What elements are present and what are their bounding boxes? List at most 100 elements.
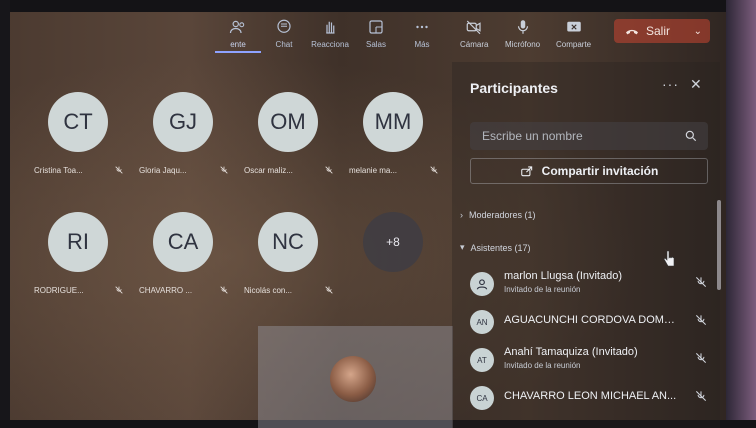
toolbar-rooms[interactable]: Salas xyxy=(353,18,399,53)
participant-tile[interactable]: NC Nicolás con... xyxy=(238,212,338,310)
mic-muted-icon[interactable] xyxy=(694,351,708,365)
list-item[interactable]: AN AGUACUNCHI CORDOVA DOME... xyxy=(470,302,708,340)
participant-name: AGUACUNCHI CORDOVA DOME... xyxy=(504,314,679,326)
more-count: +8 xyxy=(363,212,423,272)
search-icon xyxy=(685,130,697,142)
list-item[interactable]: marlon Llugsa (Invitado) Invitado de la … xyxy=(470,264,708,302)
participant-tile[interactable]: RI RODRIGUE... xyxy=(28,212,128,310)
share-screen-icon xyxy=(566,21,581,32)
chevron-right-icon: › xyxy=(460,210,463,220)
tile-name: melanie ma... xyxy=(349,166,398,175)
tile-name: Cristina Toa... xyxy=(34,166,83,175)
tile-name: CHAVARRO ... xyxy=(139,286,193,295)
avatar: OM xyxy=(258,92,318,152)
participant-name: Anahí Tamaquiza (Invitado) xyxy=(504,346,638,358)
avatar: CT xyxy=(48,92,108,152)
section-attendees[interactable]: ▾ Asistentes (17) xyxy=(460,242,531,253)
leave-label: Salir xyxy=(646,24,671,38)
participant-tile[interactable]: CT Cristina Toa... xyxy=(28,92,128,190)
chevron-down-icon: ▾ xyxy=(460,242,465,252)
participant-list: marlon Llugsa (Invitado) Invitado de la … xyxy=(470,264,708,416)
participant-tile[interactable]: MM melanie ma... xyxy=(343,92,443,190)
toolbar-chat-label: Chat xyxy=(275,40,293,49)
search-input[interactable] xyxy=(480,128,684,144)
meeting-toolbar: ente Chat Reacciona Salas Más xyxy=(215,18,445,53)
share-screen-button[interactable]: Comparte xyxy=(556,18,591,49)
participant-name: marlon Llugsa (Invitado) xyxy=(504,270,623,282)
mic-muted-icon xyxy=(430,166,438,174)
chevron-down-icon[interactable]: ⌄ xyxy=(694,26,702,37)
mic-muted-icon xyxy=(325,166,333,174)
more-icon xyxy=(416,25,428,29)
section-attendees-label: Asistentes (17) xyxy=(470,242,531,253)
mic-muted-icon xyxy=(325,286,333,294)
raise-hand-icon xyxy=(326,21,335,34)
tile-name: Gloria Jaqu... xyxy=(139,166,187,175)
panel-title: Participantes xyxy=(470,80,558,96)
mic-button[interactable]: Micrófono xyxy=(505,18,540,49)
user-icon xyxy=(476,279,488,290)
participants-panel: Participantes ··· ✕ Compartir invitación… xyxy=(452,62,720,428)
section-moderators[interactable]: › Moderadores (1) xyxy=(460,210,536,220)
screen-bezel-right xyxy=(726,0,756,428)
avatar: GJ xyxy=(153,92,213,152)
screen-bezel-top xyxy=(0,0,756,12)
tile-name: Nicolás con... xyxy=(244,286,293,295)
leave-button[interactable]: Salir ⌄ xyxy=(614,19,710,43)
people-icon xyxy=(229,20,245,34)
video-grid: CT Cristina Toa... GJ Gloria Jaqu... OM … xyxy=(28,92,448,312)
toolbar-participants-label: ente xyxy=(230,40,246,49)
tile-name: RODRIGUE... xyxy=(34,286,84,295)
mic-muted-icon xyxy=(220,166,228,174)
avatar: NC xyxy=(258,212,318,272)
camera-button[interactable]: Cámara xyxy=(460,18,488,49)
avatar: MM xyxy=(363,92,423,152)
mic-muted-icon[interactable] xyxy=(694,313,708,327)
rooms-icon xyxy=(369,20,383,34)
toolbar-react[interactable]: Reacciona xyxy=(307,18,353,53)
avatar: AT xyxy=(470,348,494,372)
toolbar-rooms-label: Salas xyxy=(365,40,386,49)
camera-off-icon xyxy=(466,20,481,35)
self-view[interactable] xyxy=(258,326,453,428)
toolbar-more[interactable]: Más xyxy=(399,18,445,53)
toolbar-participants[interactable]: ente xyxy=(215,18,261,53)
hang-up-icon xyxy=(626,29,638,35)
mic-muted-icon[interactable] xyxy=(694,389,708,403)
tile-name: Oscar maliz... xyxy=(244,166,293,175)
participant-subtitle: Invitado de la reunión xyxy=(504,361,581,370)
participant-tile[interactable]: CA CHAVARRO ... xyxy=(133,212,233,310)
toolbar-react-label: Reacciona xyxy=(311,40,349,49)
share-invite-button[interactable]: Compartir invitación xyxy=(470,158,708,184)
chat-icon xyxy=(277,19,291,33)
share-icon xyxy=(520,166,532,177)
participant-tile[interactable]: GJ Gloria Jaqu... xyxy=(133,92,233,190)
share-invite-label: Compartir invitación xyxy=(541,164,659,178)
self-avatar xyxy=(330,356,376,402)
screen-bezel-left xyxy=(0,0,10,428)
participant-tile[interactable]: OM Oscar maliz... xyxy=(238,92,338,190)
panel-scrollbar[interactable] xyxy=(717,200,721,290)
mic-muted-icon[interactable] xyxy=(694,275,708,289)
close-icon[interactable]: ✕ xyxy=(690,76,702,93)
section-moderators-label: Moderadores (1) xyxy=(469,210,536,220)
avatar: RI xyxy=(48,212,108,272)
search-participants[interactable] xyxy=(470,122,708,150)
more-participants-tile[interactable]: +8 xyxy=(343,212,443,310)
mic-muted-icon xyxy=(115,166,123,174)
mic-muted-icon xyxy=(115,286,123,294)
toolbar-chat[interactable]: Chat xyxy=(261,18,307,53)
toolbar-more-label: Más xyxy=(414,40,430,49)
list-item[interactable]: CA CHAVARRO LEON MICHAEL AN... xyxy=(470,378,708,416)
microphone-icon xyxy=(517,20,528,34)
camera-label: Cámara xyxy=(460,40,489,49)
mic-label: Micrófono xyxy=(505,40,541,49)
avatar: AN xyxy=(470,310,494,334)
participant-subtitle: Invitado de la reunión xyxy=(504,285,581,294)
list-item[interactable]: AT Anahí Tamaquiza (Invitado) Invitado d… xyxy=(470,340,708,378)
share-screen-label: Comparte xyxy=(556,40,592,49)
avatar: CA xyxy=(153,212,213,272)
hand-cursor-icon xyxy=(663,250,675,267)
participant-name: CHAVARRO LEON MICHAEL AN... xyxy=(504,390,677,402)
more-options-icon[interactable]: ··· xyxy=(662,76,679,92)
